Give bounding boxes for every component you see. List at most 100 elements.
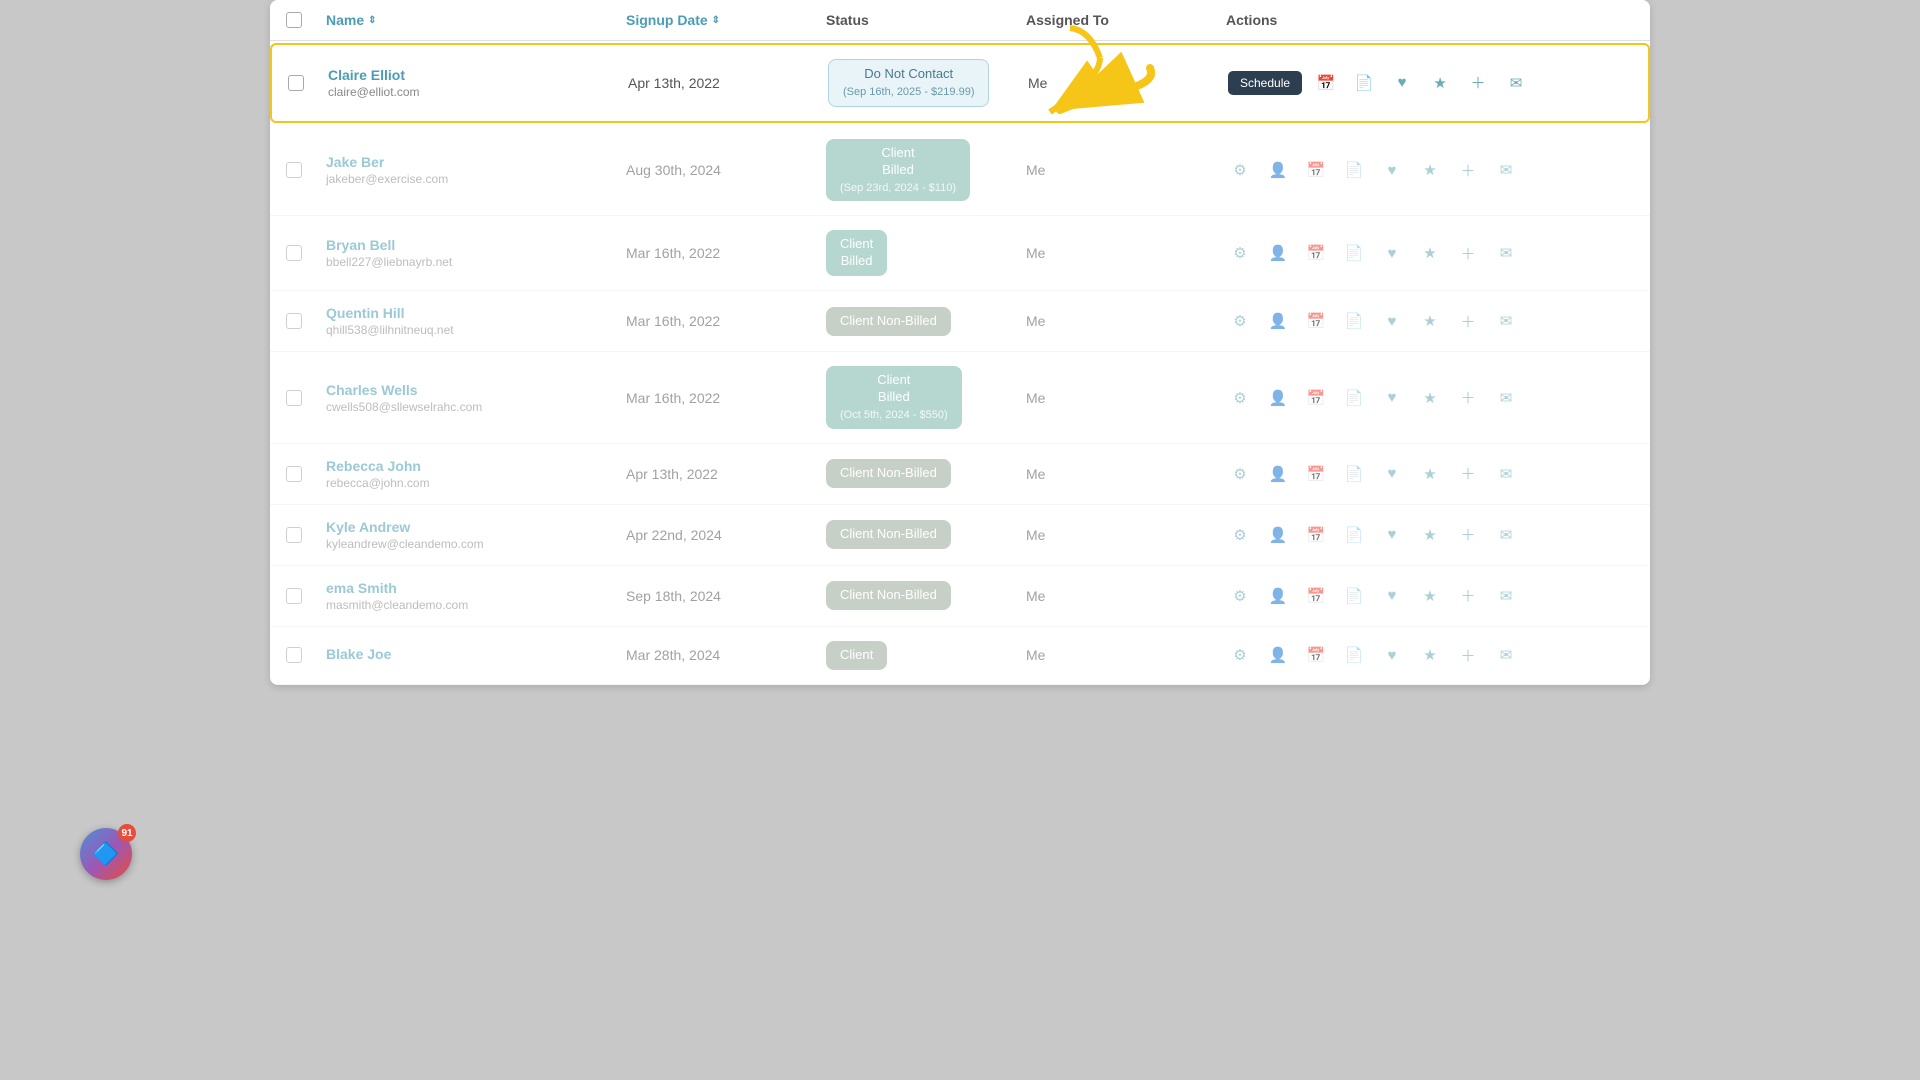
row-checkbox[interactable]: [288, 75, 328, 91]
star-icon[interactable]: ★: [1426, 69, 1454, 97]
user-icon[interactable]: 👤: [1264, 641, 1292, 669]
star-icon[interactable]: ★: [1416, 307, 1444, 335]
calendar-icon[interactable]: 📅: [1302, 582, 1330, 610]
document-icon[interactable]: 📄: [1340, 307, 1368, 335]
client-info: Bryan Bell bbell227@liebnayrb.net: [326, 237, 626, 269]
user-icon[interactable]: 👤: [1264, 460, 1292, 488]
plus-icon[interactable]: ＋: [1454, 641, 1482, 669]
row-checkbox[interactable]: [286, 588, 326, 604]
mail-icon[interactable]: ✉: [1492, 307, 1520, 335]
client-name[interactable]: ema Smith: [326, 580, 626, 596]
mail-icon[interactable]: ✉: [1492, 641, 1520, 669]
user-icon[interactable]: 👤: [1264, 582, 1292, 610]
mail-icon[interactable]: ✉: [1492, 460, 1520, 488]
col-signup-date[interactable]: Signup Date ⇕: [626, 12, 826, 28]
schedule-button[interactable]: Schedule: [1228, 71, 1302, 95]
calendar-icon[interactable]: 📅: [1302, 521, 1330, 549]
client-name[interactable]: Kyle Andrew: [326, 519, 626, 535]
user-icon[interactable]: 👤: [1264, 239, 1292, 267]
mail-icon[interactable]: ✉: [1492, 384, 1520, 412]
client-name[interactable]: Jake Ber: [326, 154, 626, 170]
heart-icon[interactable]: ♥: [1378, 641, 1406, 669]
document-icon[interactable]: 📄: [1340, 582, 1368, 610]
row-checkbox[interactable]: [286, 647, 326, 663]
calendar-icon[interactable]: 📅: [1302, 641, 1330, 669]
star-icon[interactable]: ★: [1416, 641, 1444, 669]
signup-date: Apr 13th, 2022: [626, 466, 826, 482]
heart-icon[interactable]: ♥: [1388, 69, 1416, 97]
assigned-to: Me: [1026, 245, 1226, 261]
notification-badge[interactable]: 🔷 91: [80, 828, 132, 880]
gear-icon[interactable]: ⚙: [1226, 641, 1254, 669]
star-icon[interactable]: ★: [1416, 521, 1444, 549]
gear-icon[interactable]: ⚙: [1226, 239, 1254, 267]
document-icon[interactable]: 📄: [1340, 239, 1368, 267]
gear-icon[interactable]: ⚙: [1226, 460, 1254, 488]
client-name[interactable]: Claire Elliot: [328, 67, 628, 83]
row-checkbox[interactable]: [286, 313, 326, 329]
mail-icon[interactable]: ✉: [1492, 582, 1520, 610]
plus-icon[interactable]: ＋: [1454, 460, 1482, 488]
document-icon[interactable]: 📄: [1340, 641, 1368, 669]
select-all-checkbox[interactable]: [286, 12, 326, 28]
row-checkbox[interactable]: [286, 466, 326, 482]
user-icon[interactable]: 👤: [1264, 307, 1292, 335]
row-checkbox[interactable]: [286, 162, 326, 178]
star-icon[interactable]: ★: [1416, 156, 1444, 184]
table-row: Blake Joe Mar 28th, 2024 Client Me ⚙ 👤 📅…: [270, 627, 1650, 685]
calendar-icon[interactable]: 📅: [1302, 239, 1330, 267]
heart-icon[interactable]: ♥: [1378, 156, 1406, 184]
calendar-icon[interactable]: 📅: [1302, 156, 1330, 184]
plus-icon[interactable]: ＋: [1454, 156, 1482, 184]
client-name[interactable]: Blake Joe: [326, 646, 626, 662]
plus-icon[interactable]: ＋: [1454, 239, 1482, 267]
calendar-icon[interactable]: 📅: [1312, 69, 1340, 97]
document-icon[interactable]: 📄: [1340, 521, 1368, 549]
calendar-icon[interactable]: 📅: [1302, 460, 1330, 488]
document-icon[interactable]: 📄: [1340, 156, 1368, 184]
gear-icon[interactable]: ⚙: [1226, 156, 1254, 184]
user-icon[interactable]: 👤: [1264, 521, 1292, 549]
mail-icon[interactable]: ✉: [1492, 156, 1520, 184]
row-checkbox[interactable]: [286, 527, 326, 543]
client-name[interactable]: Quentin Hill: [326, 305, 626, 321]
row-checkbox[interactable]: [286, 245, 326, 261]
mail-icon[interactable]: ✉: [1492, 521, 1520, 549]
user-icon[interactable]: 👤: [1264, 384, 1292, 412]
mail-icon[interactable]: ✉: [1502, 69, 1530, 97]
col-status: Status: [826, 12, 1026, 28]
document-icon[interactable]: 📄: [1340, 460, 1368, 488]
gear-icon[interactable]: ⚙: [1226, 307, 1254, 335]
document-icon[interactable]: 📄: [1340, 384, 1368, 412]
gear-icon[interactable]: ⚙: [1226, 521, 1254, 549]
heart-icon[interactable]: ♥: [1378, 521, 1406, 549]
heart-icon[interactable]: ♥: [1378, 239, 1406, 267]
plus-icon[interactable]: ＋: [1454, 582, 1482, 610]
gear-icon[interactable]: ⚙: [1226, 582, 1254, 610]
user-icon[interactable]: 👤: [1264, 156, 1292, 184]
client-name[interactable]: Charles Wells: [326, 382, 626, 398]
heart-icon[interactable]: ♥: [1378, 582, 1406, 610]
mail-icon[interactable]: ✉: [1492, 239, 1520, 267]
heart-icon[interactable]: ♥: [1378, 384, 1406, 412]
calendar-icon[interactable]: 📅: [1302, 384, 1330, 412]
client-name[interactable]: Rebecca John: [326, 458, 626, 474]
row-checkbox[interactable]: [286, 390, 326, 406]
star-icon[interactable]: ★: [1416, 582, 1444, 610]
heart-icon[interactable]: ♥: [1378, 460, 1406, 488]
signup-date: Mar 28th, 2024: [626, 647, 826, 663]
plus-icon[interactable]: ＋: [1454, 384, 1482, 412]
calendar-icon[interactable]: 📅: [1302, 307, 1330, 335]
heart-icon[interactable]: ♥: [1378, 307, 1406, 335]
plus-icon[interactable]: ＋: [1454, 521, 1482, 549]
star-icon[interactable]: ★: [1416, 384, 1444, 412]
plus-icon[interactable]: ＋: [1454, 307, 1482, 335]
gear-icon[interactable]: ⚙: [1226, 384, 1254, 412]
star-icon[interactable]: ★: [1416, 460, 1444, 488]
assigned-to: Me: [1028, 75, 1228, 91]
document-icon[interactable]: 📄: [1350, 69, 1378, 97]
plus-icon[interactable]: ＋: [1464, 69, 1492, 97]
star-icon[interactable]: ★: [1416, 239, 1444, 267]
client-name[interactable]: Bryan Bell: [326, 237, 626, 253]
col-name[interactable]: Name ⇕: [326, 12, 626, 28]
